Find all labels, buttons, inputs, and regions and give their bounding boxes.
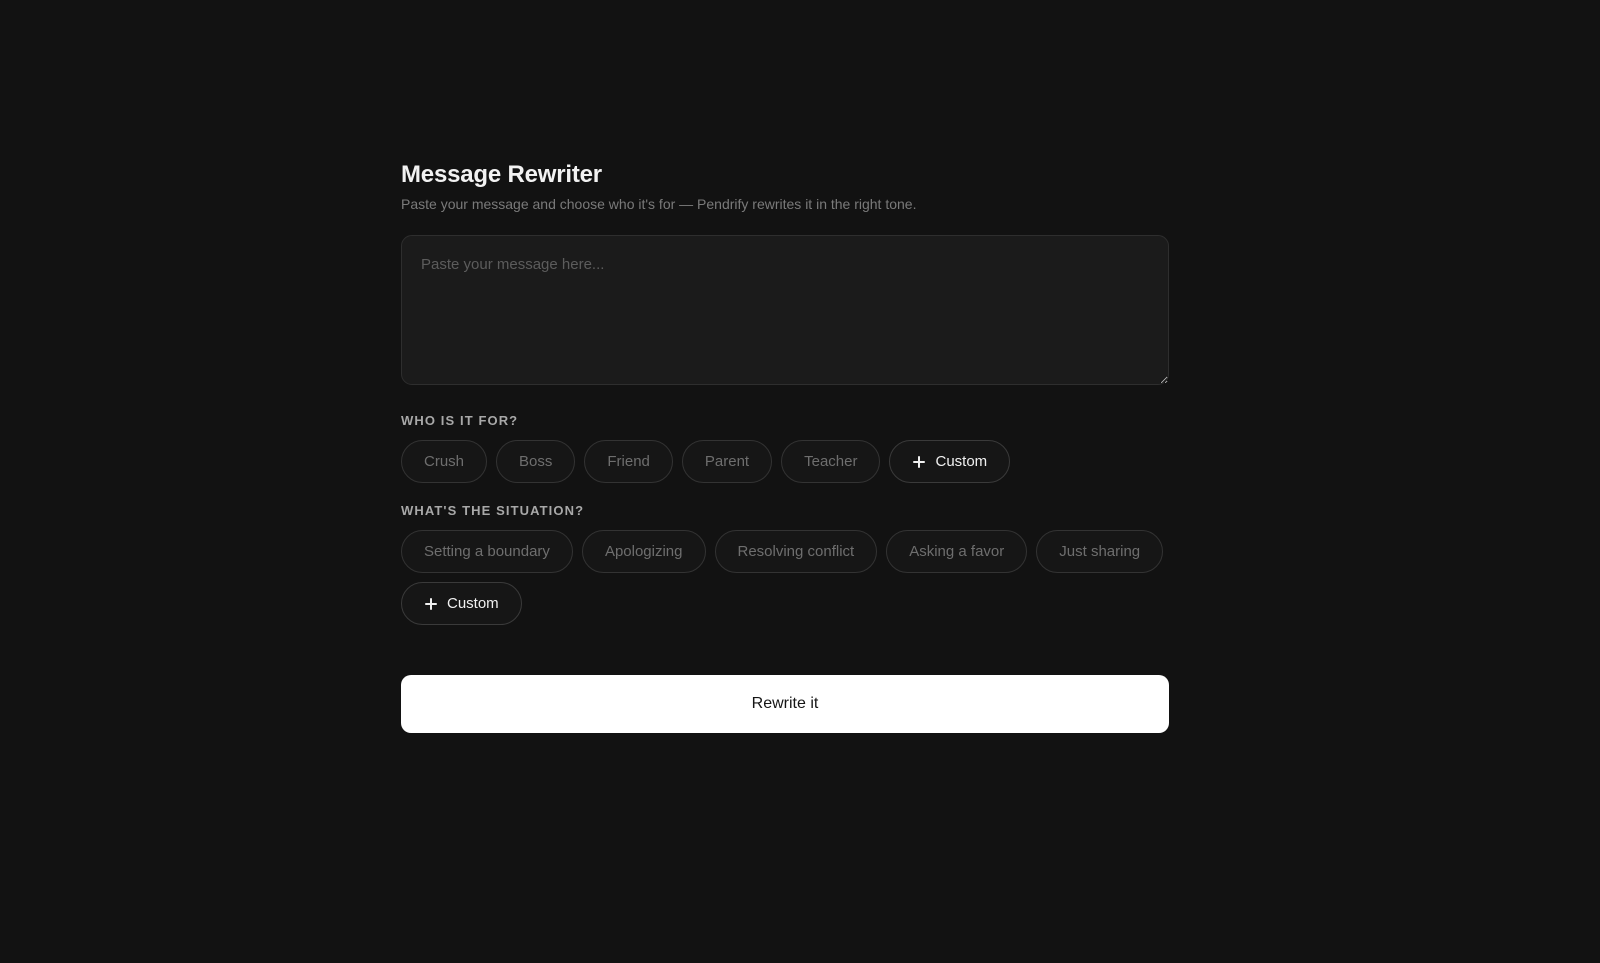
situation-chip-apologizing[interactable]: Apologizing bbox=[581, 530, 706, 573]
recipient-chip-teacher[interactable]: Teacher bbox=[781, 440, 881, 483]
situation-chip-asking-a-favor[interactable]: Asking a favor bbox=[886, 530, 1028, 573]
situation-custom-button[interactable]: Custom bbox=[401, 582, 522, 625]
situation-chip-just-sharing[interactable]: Just sharing bbox=[1036, 530, 1164, 573]
rewriter-panel: Message Rewriter Paste your message and … bbox=[401, 160, 1169, 733]
situation-options: Setting a boundary Apologizing Resolving… bbox=[401, 530, 1169, 625]
recipient-custom-label: Custom bbox=[935, 453, 988, 470]
plus-icon bbox=[912, 455, 926, 469]
situation-custom-label: Custom bbox=[447, 595, 499, 612]
page-subtitle: Paste your message and choose who it's f… bbox=[401, 196, 917, 212]
situation-label: WHAT'S THE SITUATION? bbox=[401, 503, 585, 518]
page-title: Message Rewriter bbox=[401, 161, 602, 188]
recipient-custom-button[interactable]: Custom bbox=[889, 440, 1011, 483]
recipient-options: Crush Boss Friend Parent Teacher Custom bbox=[401, 440, 1169, 483]
message-input[interactable] bbox=[401, 235, 1169, 385]
plus-icon bbox=[424, 597, 438, 611]
situation-chip-resolving-conflict[interactable]: Resolving conflict bbox=[714, 530, 878, 573]
rewrite-button[interactable]: Rewrite it bbox=[401, 675, 1169, 733]
recipient-chip-crush[interactable]: Crush bbox=[401, 440, 488, 483]
recipient-label: WHO IS IT FOR? bbox=[401, 413, 519, 428]
situation-chip-setting-a-boundary[interactable]: Setting a boundary bbox=[401, 530, 573, 573]
recipient-chip-boss[interactable]: Boss bbox=[496, 440, 576, 483]
recipient-chip-friend[interactable]: Friend bbox=[584, 440, 673, 483]
recipient-chip-parent[interactable]: Parent bbox=[681, 440, 773, 483]
